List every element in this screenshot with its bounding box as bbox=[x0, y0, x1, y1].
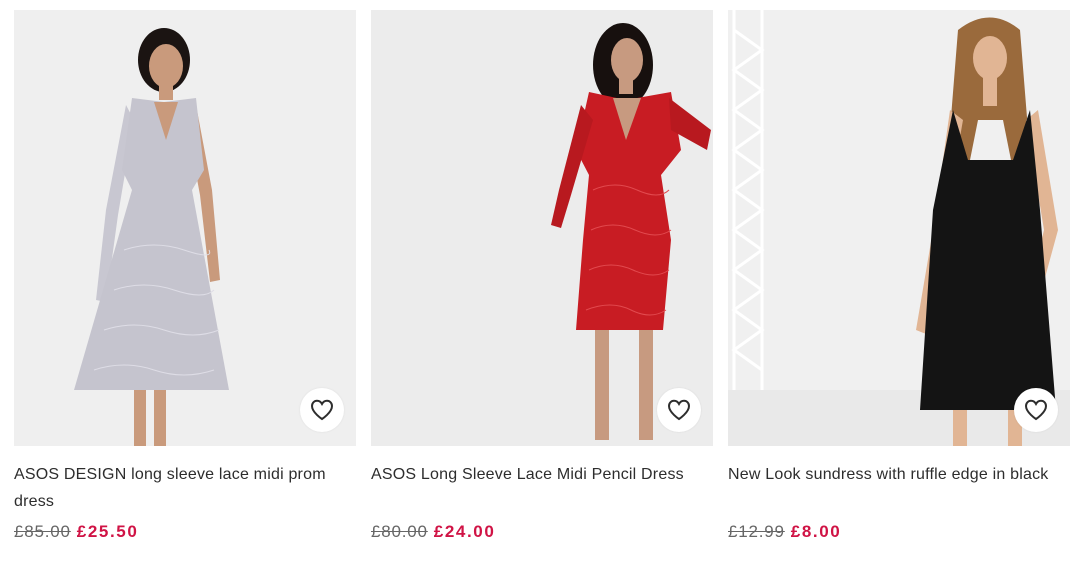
heart-icon bbox=[310, 399, 334, 421]
product-card[interactable]: New Look sundress with ruffle edge in bl… bbox=[728, 10, 1070, 541]
sale-price: £25.50 bbox=[76, 522, 139, 541]
product-image[interactable] bbox=[371, 10, 713, 446]
heart-icon bbox=[667, 399, 691, 421]
model-black-sundress-image bbox=[728, 10, 1070, 446]
product-image[interactable] bbox=[728, 10, 1070, 446]
sale-price: £24.00 bbox=[433, 522, 496, 541]
model-grey-lace-dress-image bbox=[14, 10, 356, 446]
save-for-later-button[interactable] bbox=[300, 388, 344, 432]
previous-price: £80.00 bbox=[371, 522, 428, 541]
heart-icon bbox=[1024, 399, 1048, 421]
save-for-later-button[interactable] bbox=[1014, 388, 1058, 432]
product-title[interactable]: ASOS DESIGN long sleeve lace midi prom d… bbox=[14, 461, 344, 515]
price-block: £85.00 £25.50 bbox=[14, 522, 138, 542]
save-for-later-button[interactable] bbox=[657, 388, 701, 432]
product-card[interactable]: ASOS Long Sleeve Lace Midi Pencil Dress … bbox=[371, 10, 713, 541]
product-title[interactable]: New Look sundress with ruffle edge in bl… bbox=[728, 461, 1058, 488]
product-card[interactable]: ASOS DESIGN long sleeve lace midi prom d… bbox=[14, 10, 356, 541]
product-grid: ASOS DESIGN long sleeve lace midi prom d… bbox=[0, 0, 1080, 572]
previous-price: £12.99 bbox=[728, 522, 785, 541]
product-title[interactable]: ASOS Long Sleeve Lace Midi Pencil Dress bbox=[371, 461, 701, 488]
price-block: £80.00 £24.00 bbox=[371, 522, 495, 542]
sale-price: £8.00 bbox=[790, 522, 842, 541]
model-red-lace-dress-image bbox=[371, 10, 713, 446]
product-image[interactable] bbox=[14, 10, 356, 446]
previous-price: £85.00 bbox=[14, 522, 71, 541]
price-block: £12.99 £8.00 bbox=[728, 522, 841, 542]
